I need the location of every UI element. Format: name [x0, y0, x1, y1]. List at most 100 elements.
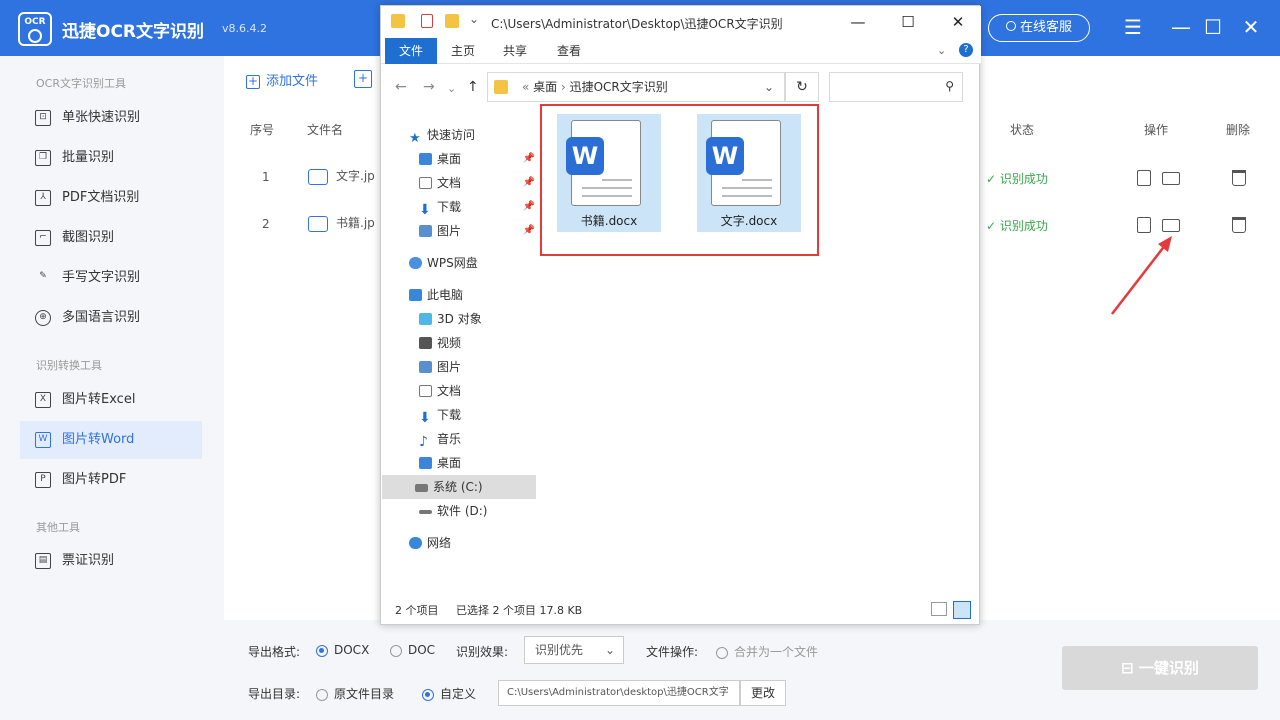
scan-icon: ⊡	[35, 110, 51, 126]
nav-pc-drive-c[interactable]: 系统 (C:)	[382, 475, 536, 499]
menu-icon[interactable]: ☰	[1120, 14, 1146, 40]
format-doc-radio[interactable]: DOC	[390, 643, 435, 657]
up-icon[interactable]: ↑	[467, 79, 479, 95]
explorer-title-bar: ⌄ C:\Users\Administrator\Desktop\迅捷OCR文字…	[381, 6, 981, 38]
nav-quick-pictures[interactable]: 图片 📌	[409, 219, 535, 243]
pin-icon: 📌	[522, 177, 535, 188]
export-path-input[interactable]: C:\Users\Administrator\desktop\迅捷OCR文字	[498, 680, 740, 706]
add-folder-button[interactable]: +	[354, 70, 372, 88]
sidebar-item-screenshot[interactable]: ⌐ 截图识别	[20, 219, 202, 257]
sidebar-item-card[interactable]: ▤ 票证识别	[20, 542, 202, 580]
ribbon-tab-view[interactable]: 查看	[557, 42, 581, 59]
row-index: 1	[262, 170, 270, 184]
explorer-status-bar: 2 个项目 已选择 2 个项目 17.8 KB	[395, 604, 583, 617]
nav-pc-videos[interactable]: 视频	[409, 331, 535, 355]
sidebar-item-single[interactable]: ⊡ 单张快速识别	[20, 99, 202, 137]
nav-network[interactable]: 网络	[399, 531, 549, 555]
batch-icon: ❐	[35, 150, 51, 166]
trash-icon[interactable]	[1232, 170, 1246, 186]
nav-quick-access[interactable]: ★ 快速访问	[399, 123, 549, 147]
sidebar-item-multilang[interactable]: ⊕ 多国语言识别	[20, 299, 202, 337]
change-path-button[interactable]: 更改	[740, 680, 786, 706]
folder-icon	[391, 14, 405, 28]
nav-pc-documents[interactable]: 文档	[409, 379, 535, 403]
maximize-icon[interactable]: ☐	[893, 10, 923, 34]
document-icon	[419, 177, 432, 189]
app-title: 迅捷OCR文字识别	[62, 22, 205, 42]
effect-select[interactable]: 识别优先 ⌄	[524, 636, 624, 664]
desktop-icon	[419, 457, 432, 469]
globe-icon: ⊕	[35, 310, 51, 326]
music-icon: ♪	[419, 434, 428, 450]
picture-icon	[419, 361, 432, 373]
search-input[interactable]: ⚲	[829, 72, 963, 102]
merge-radio[interactable]: 合并为一个文件	[716, 643, 818, 660]
large-icons-view-icon[interactable]	[953, 601, 971, 619]
back-icon[interactable]: ←	[395, 79, 407, 95]
chevron-down-icon[interactable]: ⌄	[764, 73, 774, 101]
forward-icon[interactable]: →	[423, 79, 435, 95]
header-index: 序号	[250, 123, 275, 137]
nav-quick-documents[interactable]: 文档 📌	[409, 171, 535, 195]
maximize-icon[interactable]: ☐	[1200, 14, 1226, 40]
effect-label: 识别效果:	[456, 645, 509, 659]
chevron-down-icon[interactable]: ⌄	[447, 82, 456, 95]
ribbon-tab-share[interactable]: 共享	[503, 42, 527, 59]
dir-custom-radio[interactable]: 自定义	[422, 685, 476, 702]
address-bar[interactable]: « 桌面 › 迅捷OCR文字识别 ⌄	[487, 72, 785, 102]
sidebar: OCR文字识别工具 ⊡ 单张快速识别 ❐ 批量识别 ⅄ PDF文档识别 ⌐ 截图识别 ✎…	[0, 56, 224, 720]
trash-icon[interactable]	[1232, 217, 1246, 233]
nav-quick-downloads[interactable]: ⬇ 下载 📌	[409, 195, 535, 219]
sidebar-item-word[interactable]: W 图片转Word	[20, 421, 202, 459]
ribbon-tab-file[interactable]: 文件	[385, 38, 437, 64]
nav-pc-3d[interactable]: 3D 对象	[409, 307, 535, 331]
header-filename[interactable]: 文件名	[307, 121, 343, 138]
excel-icon: X	[35, 392, 51, 408]
nav-this-pc[interactable]: 此电脑	[399, 283, 549, 307]
help-icon[interactable]: ?	[959, 43, 973, 57]
app-version: v8.6.4.2	[222, 22, 267, 35]
refresh-icon[interactable]: ↻	[785, 72, 819, 102]
properties-icon[interactable]	[421, 14, 433, 28]
nav-pc-music[interactable]: ♪ 音乐	[409, 427, 535, 451]
ribbon-tab-home[interactable]: 主页	[451, 42, 475, 59]
nav-quick-desktop[interactable]: 桌面 📌	[409, 147, 535, 171]
close-icon[interactable]: ✕	[943, 10, 973, 34]
details-view-icon[interactable]	[931, 602, 947, 616]
sidebar-item-excel[interactable]: X 图片转Excel	[20, 381, 202, 419]
file-explorer-window: ⌄ C:\Users\Administrator\Desktop\迅捷OCR文字…	[380, 5, 981, 625]
header-status: 状态	[1010, 123, 1035, 137]
nav-pc-desktop[interactable]: 桌面	[409, 451, 535, 475]
new-folder-icon[interactable]	[445, 14, 459, 28]
picture-icon	[419, 225, 432, 237]
sidebar-item-handwriting[interactable]: ✎ 手写文字识别	[20, 259, 202, 297]
sidebar-item-batch[interactable]: ❐ 批量识别	[20, 139, 202, 177]
nav-pc-drive-d[interactable]: 软件 (D:)	[409, 499, 535, 523]
card-icon: ▤	[35, 553, 51, 569]
customize-icon[interactable]: ⌄	[469, 12, 479, 26]
sidebar-item-topdf[interactable]: P 图片转PDF	[20, 461, 202, 499]
start-recognize-button[interactable]: ⊟ 一键识别	[1062, 646, 1258, 690]
format-docx-radio[interactable]: DOCX	[316, 643, 369, 657]
add-file-button[interactable]: + 添加文件	[246, 70, 318, 89]
folder-icon	[494, 80, 508, 94]
nav-wps-cloud[interactable]: WPS网盘	[399, 251, 549, 275]
video-icon	[419, 337, 432, 349]
open-file-icon[interactable]	[1137, 170, 1151, 186]
minimize-icon[interactable]: —	[843, 10, 873, 34]
row-status: ✓ 识别成功	[986, 219, 1048, 233]
close-icon[interactable]: ✕	[1238, 14, 1264, 40]
nav-pc-pictures[interactable]: 图片	[409, 355, 535, 379]
minimize-icon[interactable]: —	[1168, 14, 1194, 40]
row-status: ✓ 识别成功	[986, 172, 1048, 186]
crop-icon: ⌐	[35, 230, 51, 246]
online-service-button[interactable]: 在线客服	[988, 14, 1090, 42]
pdf-file-icon: P	[35, 472, 51, 488]
nav-pc-downloads[interactable]: ⬇ 下载	[409, 403, 535, 427]
sidebar-item-pdf[interactable]: ⅄ PDF文档识别	[20, 179, 202, 217]
folder-icon[interactable]	[1162, 172, 1180, 185]
header-action: 操作	[1144, 123, 1169, 137]
chevron-down-icon[interactable]: ⌄	[937, 44, 946, 57]
dir-original-radio[interactable]: 原文件目录	[316, 685, 394, 702]
row-filename: 文字.jp	[308, 167, 375, 185]
